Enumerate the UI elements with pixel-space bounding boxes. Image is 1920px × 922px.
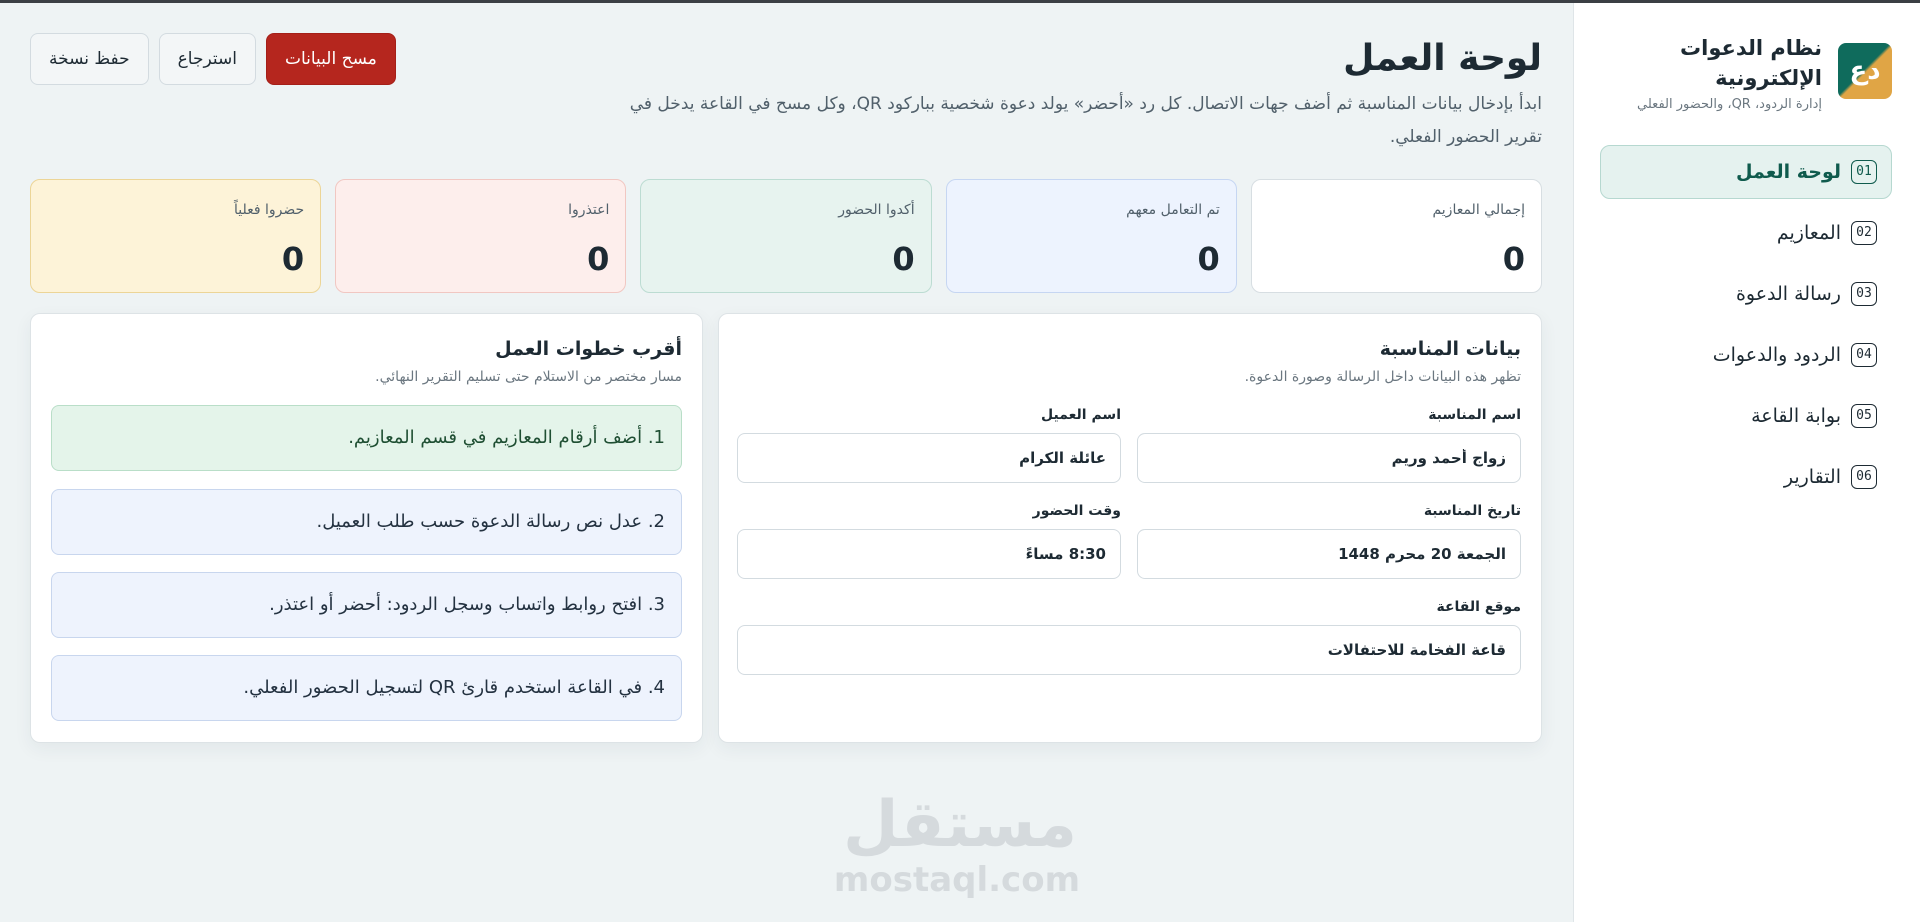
stats-row: إجمالي المعازيم 0 تم التعامل معهم 0 أكدو…	[29, 179, 1542, 293]
stat-card-total-guests: إجمالي المعازيم 0	[1250, 179, 1542, 293]
sidebar: دع نظام الدعوات الإلكترونية إدارة الردود…	[1573, 3, 1920, 922]
step-item: 1. أضف أرقام المعازيم في قسم المعازيم.	[51, 405, 682, 471]
watermark-logo: مستقل mostaql.com	[833, 788, 1080, 900]
brand-subtitle: إدارة الردود، QR، والحضور الفعلي	[1637, 97, 1822, 112]
step-item: 3. افتح روابط واتساب وسجل الردود: أحضر أ…	[51, 572, 682, 638]
step-item: 2. عدل نص رسالة الدعوة حسب طلب العميل.	[51, 489, 682, 555]
venue-field-group: موقع القاعة	[737, 599, 1521, 675]
sidebar-item-hall-gate[interactable]: 05 بوابة القاعة	[1600, 389, 1892, 443]
sidebar-item-label: التقارير	[1783, 466, 1841, 488]
page-title: لوحة العمل	[1343, 38, 1542, 79]
restore-button[interactable]: استرجاع	[158, 33, 256, 85]
clear-data-button[interactable]: مسح البيانات	[265, 33, 396, 85]
header-actions: حفظ نسخة استرجاع مسح البيانات	[30, 33, 396, 85]
event-name-field-group: اسم المناسبة	[1137, 407, 1521, 483]
stat-label: حضروا فعلياً	[233, 202, 305, 218]
event-date-field-group: تاريخ المناسبة	[1137, 503, 1521, 579]
stat-value: 0	[1502, 240, 1525, 278]
nav-number-badge: 01	[1851, 160, 1877, 184]
sidebar-nav: 01 لوحة العمل 02 المعازيم 03 رسالة الدعو…	[1600, 145, 1892, 511]
field-label: وقت الحضور	[1032, 503, 1121, 519]
field-label: اسم العميل	[1041, 407, 1121, 423]
attend-time-input[interactable]	[737, 529, 1121, 579]
sidebar-item-label: لوحة العمل	[1736, 161, 1841, 183]
field-label: تاريخ المناسبة	[1423, 503, 1521, 519]
brand: دع نظام الدعوات الإلكترونية إدارة الردود…	[1592, 33, 1892, 123]
stat-label: أكدوا الحضور	[838, 202, 915, 218]
stat-value: 0	[587, 240, 610, 278]
panel-title: أقرب خطوات العمل	[495, 338, 682, 360]
watermark-url: mostaql.com	[833, 860, 1080, 900]
stat-value: 0	[892, 240, 915, 278]
save-copy-button[interactable]: حفظ نسخة	[30, 33, 149, 85]
sidebar-item-label: رسالة الدعوة	[1735, 283, 1841, 305]
venue-input[interactable]	[737, 625, 1521, 675]
sidebar-item-responses[interactable]: 04 الردود والدعوات	[1600, 328, 1892, 382]
nav-number-badge: 03	[1851, 282, 1877, 306]
page-description: ابدأ بإدخال بيانات المناسبة ثم أضف جهات …	[629, 94, 1542, 147]
sidebar-item-label: الردود والدعوات	[1712, 344, 1841, 366]
sidebar-item-invitation-message[interactable]: 03 رسالة الدعوة	[1600, 267, 1892, 321]
sidebar-item-dashboard[interactable]: 01 لوحة العمل	[1600, 145, 1892, 199]
sidebar-item-reports[interactable]: 06 التقارير	[1600, 450, 1892, 504]
stat-value: 0	[1197, 240, 1220, 278]
stat-label: إجمالي المعازيم	[1432, 202, 1525, 218]
sidebar-item-guests[interactable]: 02 المعازيم	[1600, 206, 1892, 260]
nav-number-badge: 06	[1851, 465, 1877, 489]
panel-title: بيانات المناسبة	[1379, 338, 1521, 360]
client-name-input[interactable]	[737, 433, 1121, 483]
sidebar-item-label: بوابة القاعة	[1751, 405, 1841, 427]
field-label: موقع القاعة	[1436, 599, 1522, 615]
panel-subtitle: مسار مختصر من الاستلام حتى تسليم التقرير…	[375, 369, 682, 385]
nav-number-badge: 04	[1851, 343, 1877, 367]
stat-card-confirmed: أكدوا الحضور 0	[640, 179, 932, 293]
sidebar-item-label: المعازيم	[1776, 222, 1841, 244]
field-label: اسم المناسبة	[1428, 407, 1521, 423]
stat-card-handled: تم التعامل معهم 0	[945, 179, 1237, 293]
step-item: 4. في القاعة استخدم قارئ QR لتسجيل الحضو…	[51, 655, 682, 721]
event-details-panel: بيانات المناسبة تظهر هذه البيانات داخل ا…	[718, 313, 1542, 743]
stat-value: 0	[281, 240, 305, 278]
stat-card-attended: حضروا فعلياً 0	[29, 179, 322, 293]
nav-number-badge: 05	[1851, 404, 1877, 428]
work-steps-panel: أقرب خطوات العمل مسار مختصر من الاستلام …	[30, 313, 703, 743]
watermark-text: مستقل	[842, 788, 1078, 862]
brand-title: نظام الدعوات الإلكترونية	[1680, 36, 1822, 90]
brand-logo: دع	[1838, 43, 1892, 99]
event-date-input[interactable]	[1137, 529, 1521, 579]
panel-subtitle: تظهر هذه البيانات داخل الرسالة وصورة الد…	[1244, 369, 1521, 385]
client-name-field-group: اسم العميل	[737, 407, 1121, 483]
stat-label: اعتذروا	[568, 202, 610, 218]
stat-label: تم التعامل معهم	[1126, 202, 1220, 218]
attend-time-field-group: وقت الحضور	[737, 503, 1121, 579]
nav-number-badge: 02	[1851, 221, 1877, 245]
stat-card-declined: اعتذروا 0	[335, 179, 627, 293]
event-name-input[interactable]	[1137, 433, 1521, 483]
